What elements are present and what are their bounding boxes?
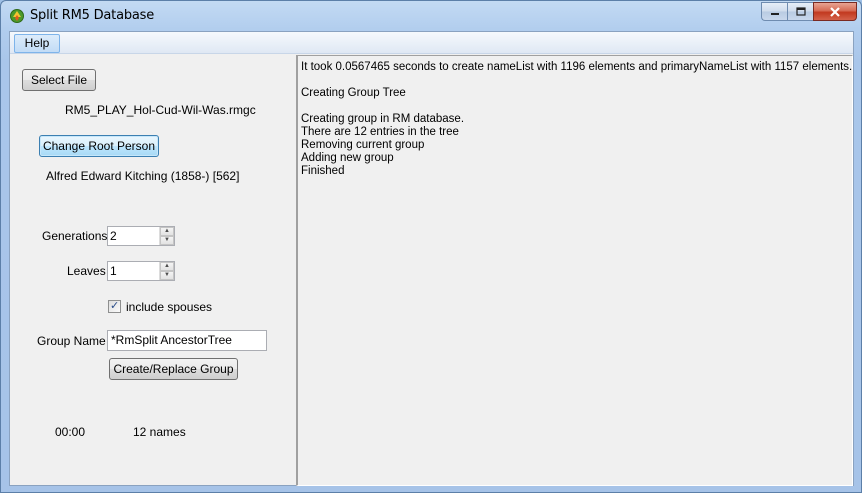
maximize-button[interactable] [787, 2, 813, 21]
log-line: Adding new group [301, 152, 394, 164]
log-line: Finished [301, 165, 345, 177]
log-output-panel[interactable]: It took 0.0567465 seconds to create name… [296, 55, 853, 486]
menu-bar: Help [10, 32, 853, 54]
app-window: Split RM5 Database Help Select File RM5_… [0, 0, 862, 493]
generations-stepper[interactable]: 2 ▲ ▼ [107, 226, 175, 246]
file-name-text: RM5_PLAY_Hol-Cud-Wil-Was.rmgc [65, 103, 256, 117]
log-line: There are 12 entries in the tree [301, 126, 459, 138]
include-spouses-label: include spouses [126, 300, 213, 314]
generations-up-arrow-icon[interactable]: ▲ [160, 227, 174, 236]
close-button[interactable] [813, 2, 857, 21]
log-line: Removing current group [301, 139, 425, 151]
log-line: Creating group in RM database. [301, 113, 465, 125]
checkmark-icon: ✓ [110, 300, 120, 312]
log-line: Creating Group Tree [301, 87, 406, 99]
app-logo-icon [9, 8, 25, 24]
client-area: Help Select File RM5_PLAY_Hol-Cud-Wil-Wa… [9, 31, 854, 486]
window-title: Split RM5 Database [30, 8, 155, 23]
select-file-button[interactable]: Select File [22, 69, 96, 91]
leaves-value: 1 [110, 264, 117, 278]
title-bar[interactable]: Split RM5 Database [1, 1, 861, 31]
leaves-up-arrow-icon[interactable]: ▲ [160, 262, 174, 271]
generations-value: 2 [110, 229, 117, 243]
leaves-stepper-arrows: ▲ ▼ [159, 262, 174, 280]
minimize-icon [770, 12, 779, 15]
generations-stepper-arrows: ▲ ▼ [159, 227, 174, 245]
change-root-person-button[interactable]: Change Root Person [39, 135, 159, 157]
leaves-label: Leaves [67, 264, 106, 278]
create-replace-group-button[interactable]: Create/Replace Group [109, 358, 238, 380]
include-spouses-checkbox[interactable]: ✓ [108, 300, 121, 313]
group-name-input[interactable]: *RmSplit AncestorTree [107, 330, 267, 351]
menu-help[interactable]: Help [14, 34, 60, 53]
maximize-icon [795, 7, 806, 16]
minimize-button[interactable] [761, 2, 787, 21]
group-name-label: Group Name [37, 334, 106, 348]
close-icon [830, 6, 840, 17]
log-line: It took 0.0567465 seconds to create name… [301, 61, 853, 73]
leaves-down-arrow-icon[interactable]: ▼ [160, 271, 174, 280]
window-controls [761, 2, 857, 22]
elapsed-time-text: 00:00 [55, 425, 86, 439]
name-count-text: 12 names [133, 425, 186, 439]
generations-down-arrow-icon[interactable]: ▼ [160, 236, 174, 245]
generations-label: Generations [42, 229, 108, 243]
leaves-stepper[interactable]: 1 ▲ ▼ [107, 261, 175, 281]
root-person-text: Alfred Edward Kitching (1858-) [562] [46, 169, 240, 183]
